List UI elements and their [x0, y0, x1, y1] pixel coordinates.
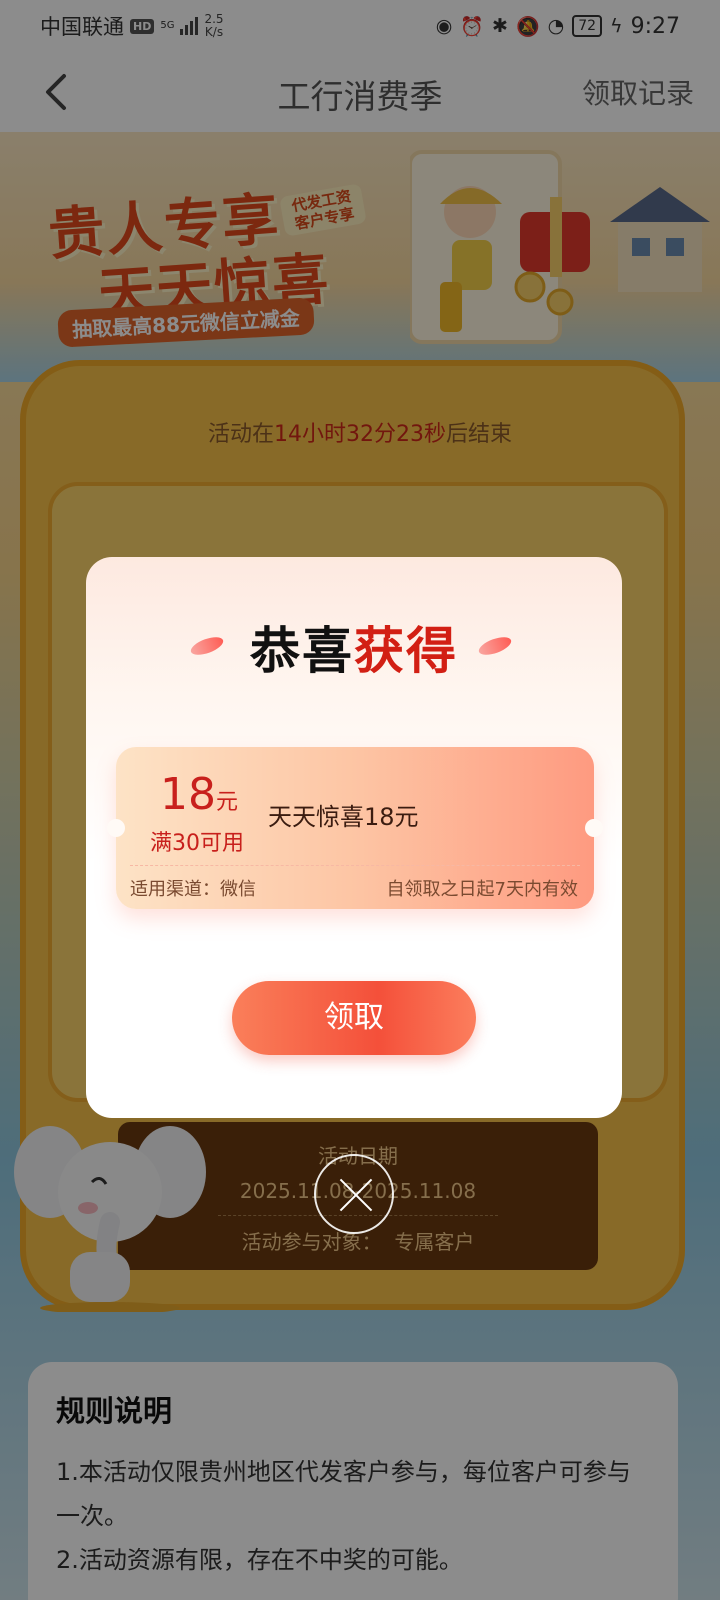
modal-title: 恭喜获得	[250, 622, 458, 680]
close-icon[interactable]	[314, 1154, 394, 1234]
coupon-condition: 满30可用	[150, 831, 244, 856]
coupon-name: 天天惊喜18元	[268, 803, 419, 831]
prize-modal: 恭喜获得 18元 满30可用 天天惊喜18元 适用渠道：微信 自领取之日起7天内…	[86, 557, 622, 1118]
coupon-amount: 18元	[160, 769, 239, 820]
coupon-notch-left	[107, 819, 125, 837]
coupon-channel: 适用渠道：微信	[130, 879, 256, 900]
coupon-notch-right	[585, 819, 603, 837]
claim-button[interactable]: 领取	[232, 981, 476, 1055]
coupon-card: 18元 满30可用 天天惊喜18元 适用渠道：微信 自领取之日起7天内有效	[107, 747, 603, 909]
coupon-divider	[130, 865, 580, 866]
coupon-validity: 自领取之日起7天内有效	[386, 879, 578, 900]
